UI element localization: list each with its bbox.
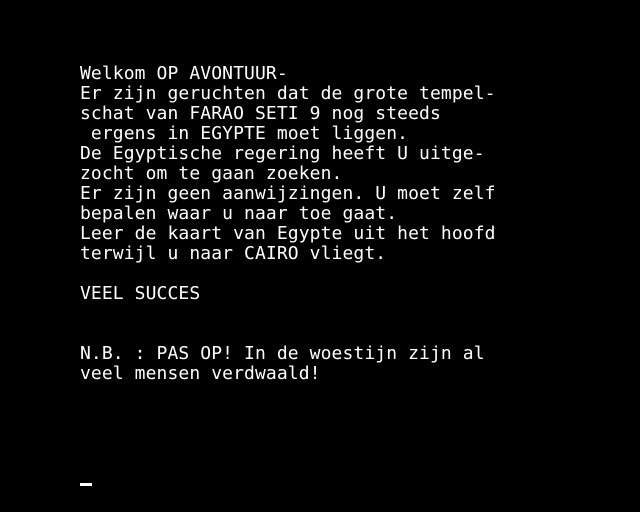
intro-line-9: Leer de kaart van Egypte uit het hoofd	[80, 223, 496, 244]
intro-line-10: terwijl u naar CAIRO vliegt.	[80, 243, 387, 264]
warning-line-2: veel mensen verdwaald!	[80, 363, 321, 384]
intro-line-4: ergens in EGYPTE moet liggen.	[80, 123, 409, 144]
intro-line-7: Er zijn geen aanwijzingen. U moet zelf	[80, 183, 496, 204]
warning-line-1: N.B. : PAS OP! In de woestijn zijn al	[80, 343, 485, 364]
intro-line-5: De Egyptische regering heeft U uitge-	[80, 143, 485, 164]
text-cursor[interactable]	[80, 483, 92, 486]
intro-line-3: schat van FARAO SETI 9 nog steeds	[80, 103, 441, 124]
game-screen: Welkom OP AVONTUUR- Er zijn geruchten da…	[0, 0, 640, 512]
good-luck-text: VEEL SUCCES	[80, 283, 201, 304]
intro-line-1: Welkom OP AVONTUUR-	[80, 63, 288, 84]
intro-line-6: zocht om te gaan zoeken.	[80, 163, 343, 184]
intro-line-8: bepalen waar u naar toe gaat.	[80, 203, 398, 224]
intro-line-2: Er zijn geruchten dat de grote tempel-	[80, 83, 496, 104]
